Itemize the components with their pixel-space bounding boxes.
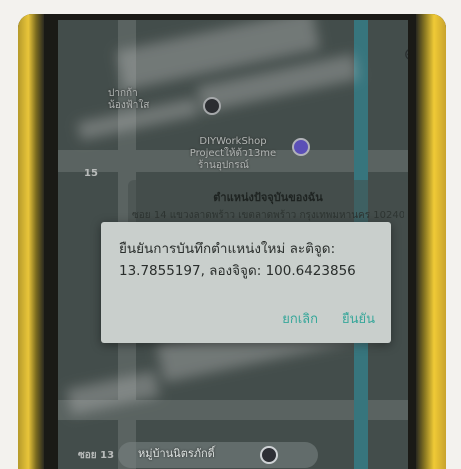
dialog-actions: ยกเลิก ยืนยัน <box>282 308 375 329</box>
dialog-message: ยืนยันการบันทึกตำแหน่งใหม่ ละติจูด: 13.7… <box>119 241 356 279</box>
map-place-label[interactable]: หมู่บ้านนิตรภักดิ์ <box>138 448 215 460</box>
location-card-address: ซอย 14 แขวงลาดพร้าว เขตลาดพร้าว กรุงเทพม… <box>132 210 404 221</box>
device-edge-left <box>18 14 44 469</box>
cancel-button[interactable]: ยกเลิก <box>282 308 318 329</box>
poi-pin-icon[interactable] <box>260 446 278 464</box>
device-edge-right <box>416 14 446 469</box>
confirm-button[interactable]: ยืนยัน <box>342 308 375 329</box>
location-card-title: ตำแหน่งปัจจุบันของฉัน <box>213 191 323 204</box>
confirm-location-dialog: ยืนยันการบันทึกตำแหน่งใหม่ ละติจูด: 13.7… <box>101 222 391 343</box>
